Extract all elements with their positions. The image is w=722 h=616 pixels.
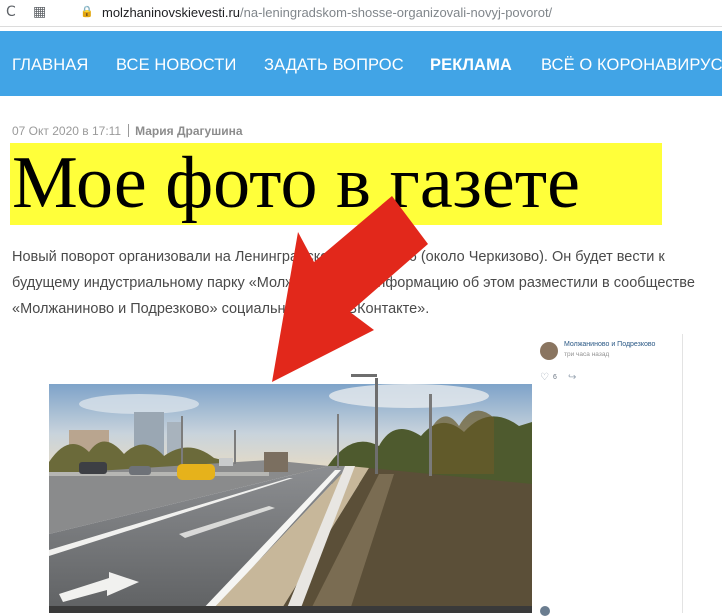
group-name[interactable]: Молжаниново и Подрезково [564,341,655,348]
share-icon[interactable]: ↪ [568,372,576,384]
url-field[interactable]: molzhaninovskievesti.ru/na-leningradskom… [102,5,552,21]
comment-avatar [540,606,550,616]
site-nav: ГЛАВНАЯ ВСЕ НОВОСТИ ЗАДАТЬ ВОПРОС РЕКЛАМ… [0,31,722,96]
meta-divider [128,124,130,137]
apps-icon[interactable]: ▦ [33,3,46,21]
article-date: 07 Окт 2020 в 17:11 [12,124,122,138]
article-author[interactable]: Мария Драгушина [135,124,242,138]
nav-item-ask-question[interactable]: ЗАДАТЬ ВОПРОС [264,55,404,75]
road-photo-image [49,334,532,613]
heart-icon[interactable]: ♡ [540,372,549,384]
lock-icon[interactable]: 🔒 [80,3,94,21]
nav-item-advertising[interactable]: РЕКЛАМА [430,55,512,75]
url-path: /na-leningradskom-shosse-organizovali-no… [240,5,553,20]
article-photo [49,334,532,613]
url-host: molzhaninovskievesti.ru [102,5,241,20]
nav-item-all-news[interactable]: ВСЕ НОВОСТИ [116,55,236,75]
vk-post-panel: Молжаниново и Подрезково три часа назад … [532,334,683,616]
nav-item-coronavirus[interactable]: ВСЁ О КОРОНАВИРУСЕ [541,55,722,75]
reload-icon[interactable]: C [6,3,16,21]
page-title: Мое фото в газете [12,142,580,224]
article-lead: Новый поворот организовали на Ленинградс… [12,249,695,317]
article-meta: 07 Окт 2020 в 17:11 Мария Драгушина [12,124,243,138]
group-avatar[interactable] [540,342,558,360]
headline-highlight: Мое фото в газете [10,142,662,225]
nav-item-home[interactable]: ГЛАВНАЯ [12,55,88,75]
post-time: три часа назад [564,351,610,358]
likes-count: 6 [553,374,557,381]
browser-address-bar: C ▦ 🔒 molzhaninovskievesti.ru/na-leningr… [0,0,722,27]
